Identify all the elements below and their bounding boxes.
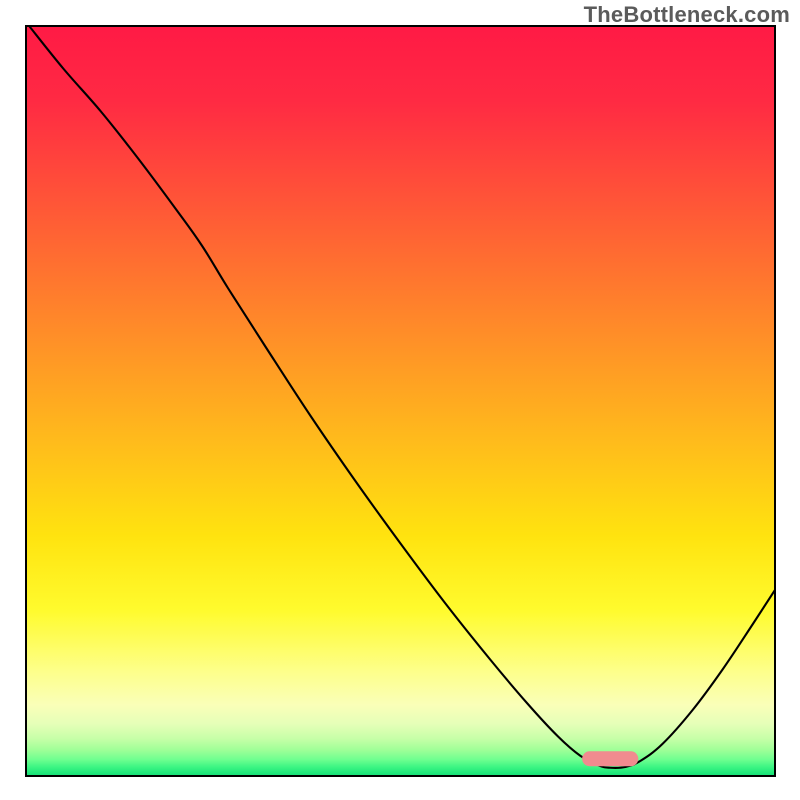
bottleneck-chart xyxy=(0,0,800,800)
optimal-marker xyxy=(582,751,638,766)
chart-container: TheBottleneck.com xyxy=(0,0,800,800)
plot-background xyxy=(26,26,775,776)
watermark-text: TheBottleneck.com xyxy=(584,2,790,28)
